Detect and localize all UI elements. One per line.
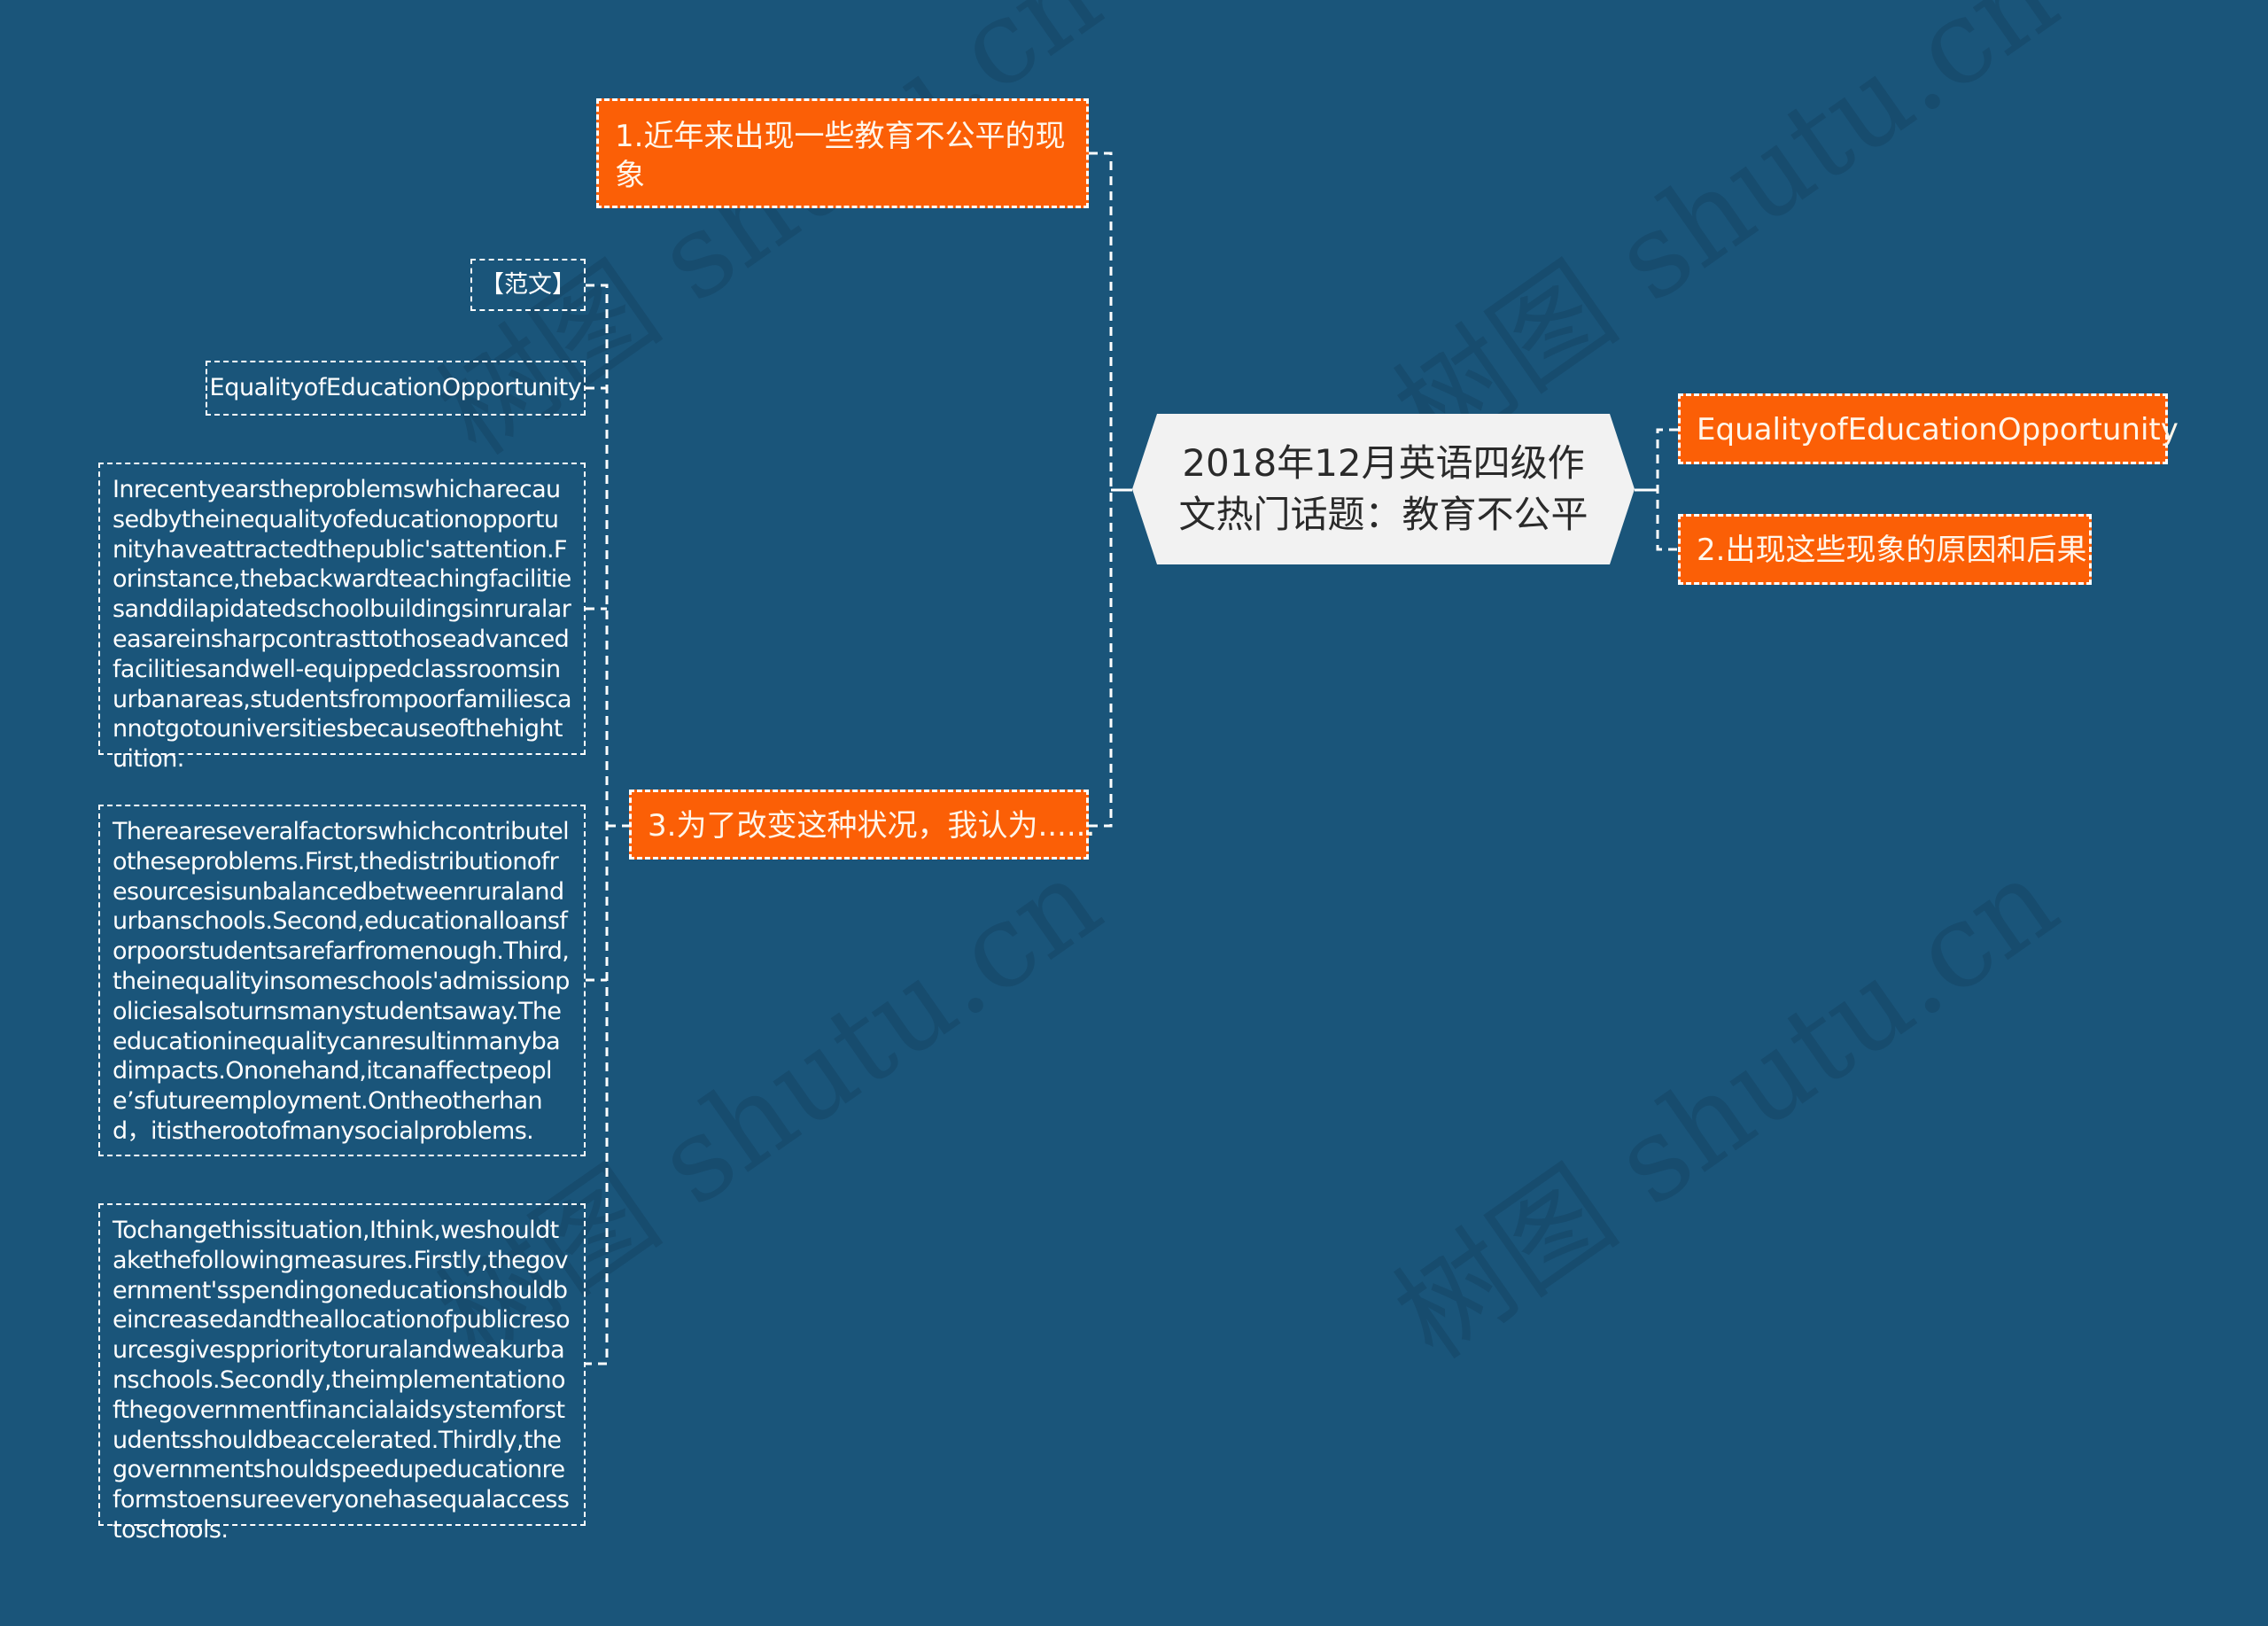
branch-label: 2.出现这些现象的原因和后果 bbox=[1697, 533, 2087, 568]
branch-label: 1.近年来出现一些教育不公平的现象 bbox=[615, 119, 1066, 193]
paragraph-text: Inrecentyearstheproblemswhicharecausedby… bbox=[113, 476, 572, 774]
connector-right-spine bbox=[1656, 428, 1678, 551]
root-node[interactable]: 2018年12月英语四级作文热门话题：教育不公平 bbox=[1132, 414, 1635, 564]
branch-label: EqualityofEducationOpportunity bbox=[1697, 412, 2179, 447]
paragraph-text: Thereareseveralfactorswhichcontributelot… bbox=[113, 818, 570, 1145]
paragraph-text: Tochangethissituation,Ithink,weshouldtak… bbox=[113, 1217, 571, 1544]
child-essay-title[interactable]: EqualityofEducationOpportunity bbox=[206, 361, 586, 416]
child-paragraph-1[interactable]: Inrecentyearstheproblemswhicharecausedby… bbox=[98, 463, 586, 773]
branch-label: 3.为了改变这种状况，我认为...... bbox=[648, 808, 1096, 844]
branch-solution[interactable]: 3.为了改变这种状况，我认为...... bbox=[629, 790, 1095, 860]
child-label: 【范文】 bbox=[480, 271, 576, 299]
branch-causes-consequences[interactable]: 2.出现这些现象的原因和后果 bbox=[1678, 514, 2092, 585]
connector-left-spine bbox=[1089, 152, 1113, 828]
child-paragraph-3[interactable]: Tochangethissituation,Ithink,weshouldtak… bbox=[98, 1203, 586, 1544]
child-label: EqualityofEducationOpportunity bbox=[209, 374, 582, 401]
branch-inequality-phenomena[interactable]: 1.近年来出现一些教育不公平的现象 bbox=[596, 98, 1089, 208]
connector-children-spine bbox=[586, 284, 609, 1365]
child-paragraph-2[interactable]: Thereareseveralfactorswhichcontributelot… bbox=[98, 805, 586, 1156]
child-sample-essay-tag[interactable]: 【范文】 bbox=[470, 259, 586, 311]
root-node-label: 2018年12月英语四级作文热门话题：教育不公平 bbox=[1178, 441, 1588, 536]
branch-equality-opportunity[interactable]: EqualityofEducationOpportunity bbox=[1678, 393, 2179, 464]
